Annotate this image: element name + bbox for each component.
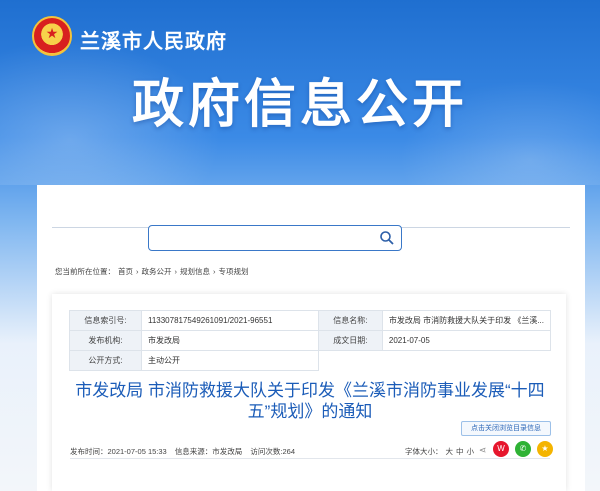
empty-cell — [318, 351, 382, 371]
toggle-catalog-button[interactable]: 点击关闭浏览目录信息 — [461, 421, 551, 436]
table-row: 公开方式: 主动公开 — [69, 350, 551, 371]
search-icon[interactable] — [379, 230, 395, 246]
breadcrumb-separator: › — [213, 267, 216, 276]
page-title: 政府信息公开 — [131, 76, 468, 134]
visit-count: 访问次数:264 — [250, 447, 296, 456]
font-size-label: 字体大小： — [405, 447, 443, 456]
breadcrumb-separator: › — [136, 267, 139, 276]
date-value: 2021-07-05 — [381, 330, 552, 351]
org-label: 发布机构: — [69, 330, 142, 351]
info-source: 信息来源：市发改局 — [174, 447, 243, 456]
org-value: 市发改局 — [140, 330, 319, 351]
info-table: 信息索引号: 113307817549261091/2021-96551 信息名… — [69, 310, 552, 371]
table-row: 发布机构: 市发改局 成文日期: 2021-07-05 — [69, 330, 552, 351]
mode-label: 公开方式: — [69, 350, 142, 371]
name-value: 市发改局 市消防救援大队关于印发 《兰溪... — [381, 310, 552, 331]
divider — [70, 458, 550, 459]
share-icon: ⋖ — [479, 445, 487, 455]
table-row: 信息索引号: 113307817549261091/2021-96551 信息名… — [69, 310, 552, 331]
search-input[interactable] — [148, 225, 402, 251]
site-name[interactable]: 兰溪市人民政府 — [80, 25, 227, 54]
header-banner: 兰溪市人民政府 政府信息公开 — [0, 0, 600, 185]
date-label: 成文日期: — [317, 330, 383, 351]
breadcrumb: 您当前所在位置： 首页 › 政务公开 › 规划信息 › 专项规划 — [55, 266, 252, 277]
font-size-medium-button[interactable]: 中 — [456, 447, 464, 456]
qzone-share-icon[interactable]: ★ — [537, 441, 553, 457]
mode-value: 主动公开 — [140, 350, 319, 371]
breadcrumb-item-special-planning[interactable]: 专项规划 — [219, 267, 249, 276]
publish-info: 发布时间：2021-07-05 15:33 信息来源：市发改局 访问次数:264 — [70, 446, 301, 457]
breadcrumb-item-gov-affairs[interactable]: 政务公开 — [142, 267, 172, 276]
breadcrumb-prefix: 您当前所在位置： — [55, 267, 115, 276]
font-size-control: 字体大小：大中小 — [402, 446, 474, 457]
empty-cell — [382, 351, 550, 371]
national-emblem-icon — [32, 16, 72, 56]
article-title: 市发改局 市消防救援大队关于印发《兰溪市消防事业发展“十四五”规划》的通知 — [75, 381, 545, 421]
font-size-small-button[interactable]: 小 — [467, 447, 475, 456]
weibo-share-icon[interactable]: W — [493, 441, 509, 457]
index-value: 113307817549261091/2021-96551 — [140, 310, 319, 331]
font-size-large-button[interactable]: 大 — [446, 447, 454, 456]
index-label: 信息索引号: — [69, 310, 142, 331]
wechat-share-icon[interactable]: ✆ — [515, 441, 531, 457]
name-label: 信息名称: — [317, 310, 383, 331]
breadcrumb-item-planning[interactable]: 规划信息 — [180, 267, 210, 276]
breadcrumb-item-home[interactable]: 首页 — [118, 267, 133, 276]
breadcrumb-separator: › — [174, 267, 178, 276]
publish-time: 发布时间：2021-07-05 15:33 — [70, 447, 167, 456]
